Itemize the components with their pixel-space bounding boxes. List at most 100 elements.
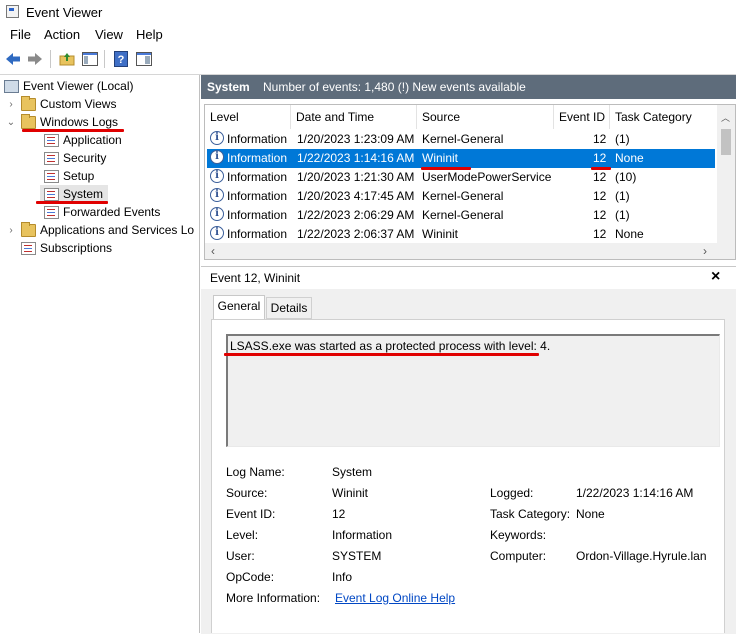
log-header-bar: System Number of events: 1,480 (!) New e… — [201, 75, 736, 99]
information-icon: i — [210, 207, 224, 221]
chevron-left-icon[interactable]: ‹ — [211, 244, 215, 258]
table-row[interactable]: i Information 1/20/2023 1:23:09 AM Kerne… — [207, 130, 715, 149]
event-log-icon — [44, 187, 59, 201]
tree-item-forwarded-events[interactable]: Forwarded Events — [44, 203, 160, 221]
value-log-name: System — [332, 465, 373, 479]
column-header-source[interactable]: Source — [417, 105, 554, 129]
tab-details[interactable]: Details — [266, 297, 312, 319]
tree-item-subscriptions[interactable]: Subscriptions — [21, 239, 112, 257]
cell-source: UserModePowerService — [422, 170, 552, 184]
toolbar-separator — [104, 50, 105, 68]
vertical-scrollbar[interactable]: ︿ — [717, 105, 735, 243]
cell-event-id: 12 — [593, 151, 607, 165]
cell-date: 1/22/2023 2:06:37 AM — [297, 227, 415, 241]
label-event-id: Event ID: — [226, 507, 276, 521]
event-count: Number of events: 1,480 (!) New events a… — [263, 80, 526, 94]
tab-general[interactable]: General — [213, 295, 265, 319]
help-icon[interactable]: ? — [112, 50, 130, 68]
event-viewer-app-icon — [6, 5, 19, 18]
cell-event-id: 12 — [593, 208, 607, 222]
information-icon: i — [210, 150, 224, 164]
forward-arrow-icon[interactable] — [26, 50, 44, 68]
tree-item-setup[interactable]: Setup — [44, 167, 94, 185]
event-log-icon — [44, 169, 59, 183]
tree-item-application[interactable]: Application — [44, 131, 122, 149]
subscriptions-icon — [21, 241, 36, 255]
event-detail-header: Event 12, Wininit × — [201, 267, 736, 289]
menu-help[interactable]: Help — [136, 27, 163, 42]
value-logged: 1/22/2023 1:14:16 AM — [576, 486, 694, 500]
table-row[interactable]: i Information 1/20/2023 4:17:45 AM Kerne… — [207, 187, 715, 206]
cell-task: None — [615, 151, 644, 165]
tree-item-security[interactable]: Security — [44, 149, 106, 167]
event-detail-title: Event 12, Wininit — [210, 271, 301, 285]
log-name: System — [207, 80, 250, 94]
show-hide-tree-icon[interactable] — [81, 50, 99, 68]
column-header-date[interactable]: Date and Time — [291, 105, 417, 129]
menu-view[interactable]: View — [95, 27, 123, 42]
cell-date: 1/20/2023 4:17:45 AM — [297, 189, 415, 203]
back-arrow-icon[interactable] — [4, 50, 22, 68]
cell-task: (1) — [615, 189, 630, 203]
folder-icon — [21, 221, 36, 237]
table-row[interactable]: i Information 1/22/2023 2:06:29 AM Kerne… — [207, 206, 715, 225]
annotation-underline — [22, 129, 124, 132]
event-message-box[interactable]: LSASS.exe was started as a protected pro… — [224, 334, 720, 447]
event-list: Level Date and Time Source Event ID Task… — [204, 104, 736, 260]
svg-text:?: ? — [118, 54, 125, 66]
label-user: User: — [226, 549, 255, 563]
menu-bar: File Action View Help — [0, 24, 736, 46]
value-level: Information — [332, 528, 393, 542]
chevron-up-icon[interactable]: ︿ — [721, 111, 730, 124]
tree-item-label: Windows Logs — [40, 115, 119, 129]
event-log-online-help-link[interactable]: Event Log Online Help — [335, 591, 455, 605]
tree-item-label: Forwarded Events — [63, 205, 161, 219]
value-event-id: 12 — [332, 507, 346, 521]
cell-source: Kernel-General — [422, 189, 504, 203]
tree-item-applications-and-services[interactable]: › Applications and Services Lo — [5, 221, 199, 239]
cell-event-id: 12 — [593, 227, 607, 241]
column-header-level[interactable]: Level — [205, 105, 291, 129]
label-source: Source: — [226, 486, 268, 500]
cell-level: Information — [227, 227, 288, 241]
label-opcode: OpCode: — [226, 570, 275, 584]
close-icon[interactable]: × — [711, 268, 720, 286]
column-header-task-category[interactable]: Task Category — [610, 105, 717, 129]
menu-file[interactable]: File — [10, 27, 31, 42]
tree-item-custom-views[interactable]: › Custom Views — [5, 95, 116, 113]
cell-task: None — [615, 227, 644, 241]
annotation-underline — [591, 167, 611, 170]
cell-level: Information — [227, 208, 288, 222]
chevron-right-icon[interactable]: › — [703, 244, 707, 258]
scrollbar-thumb[interactable] — [721, 129, 731, 155]
tree-item-label: Custom Views — [40, 97, 117, 111]
tree-item-label: Application — [63, 133, 122, 147]
chevron-right-icon[interactable]: › — [5, 99, 17, 110]
value-opcode: Info — [332, 570, 353, 584]
cell-date: 1/20/2023 1:23:09 AM — [297, 132, 415, 146]
annotation-underline — [36, 201, 108, 204]
event-log-icon — [44, 151, 59, 165]
horizontal-scrollbar[interactable]: ‹ › — [205, 243, 735, 259]
label-level: Level: — [226, 528, 259, 542]
event-log-icon — [44, 205, 59, 219]
label-computer: Computer: — [490, 549, 547, 563]
table-row-selected[interactable]: i Information 1/22/2023 1:14:16 AM Winin… — [207, 149, 715, 168]
table-row[interactable]: i Information 1/22/2023 2:06:37 AM Winin… — [207, 225, 715, 244]
chevron-down-icon[interactable]: ⌄ — [5, 117, 17, 128]
column-header-event-id[interactable]: Event ID — [554, 105, 610, 129]
tree-item-event-viewer-local[interactable]: Event Viewer (Local) — [4, 77, 134, 95]
label-log-name: Log Name: — [226, 465, 285, 479]
label-keywords: Keywords: — [490, 528, 547, 542]
table-row[interactable]: i Information 1/20/2023 1:21:30 AM UserM… — [207, 168, 715, 187]
menu-action[interactable]: Action — [44, 27, 80, 42]
folder-up-icon[interactable] — [58, 50, 76, 68]
annotation-underline — [224, 353, 539, 356]
cell-source: Kernel-General — [422, 208, 504, 222]
folder-icon — [21, 95, 36, 111]
chevron-right-icon[interactable]: › — [5, 225, 17, 236]
cell-date: 1/20/2023 1:21:30 AM — [297, 170, 415, 184]
cell-source: Wininit — [422, 151, 459, 165]
value-user: SYSTEM — [332, 549, 382, 563]
properties-icon[interactable] — [135, 50, 153, 68]
